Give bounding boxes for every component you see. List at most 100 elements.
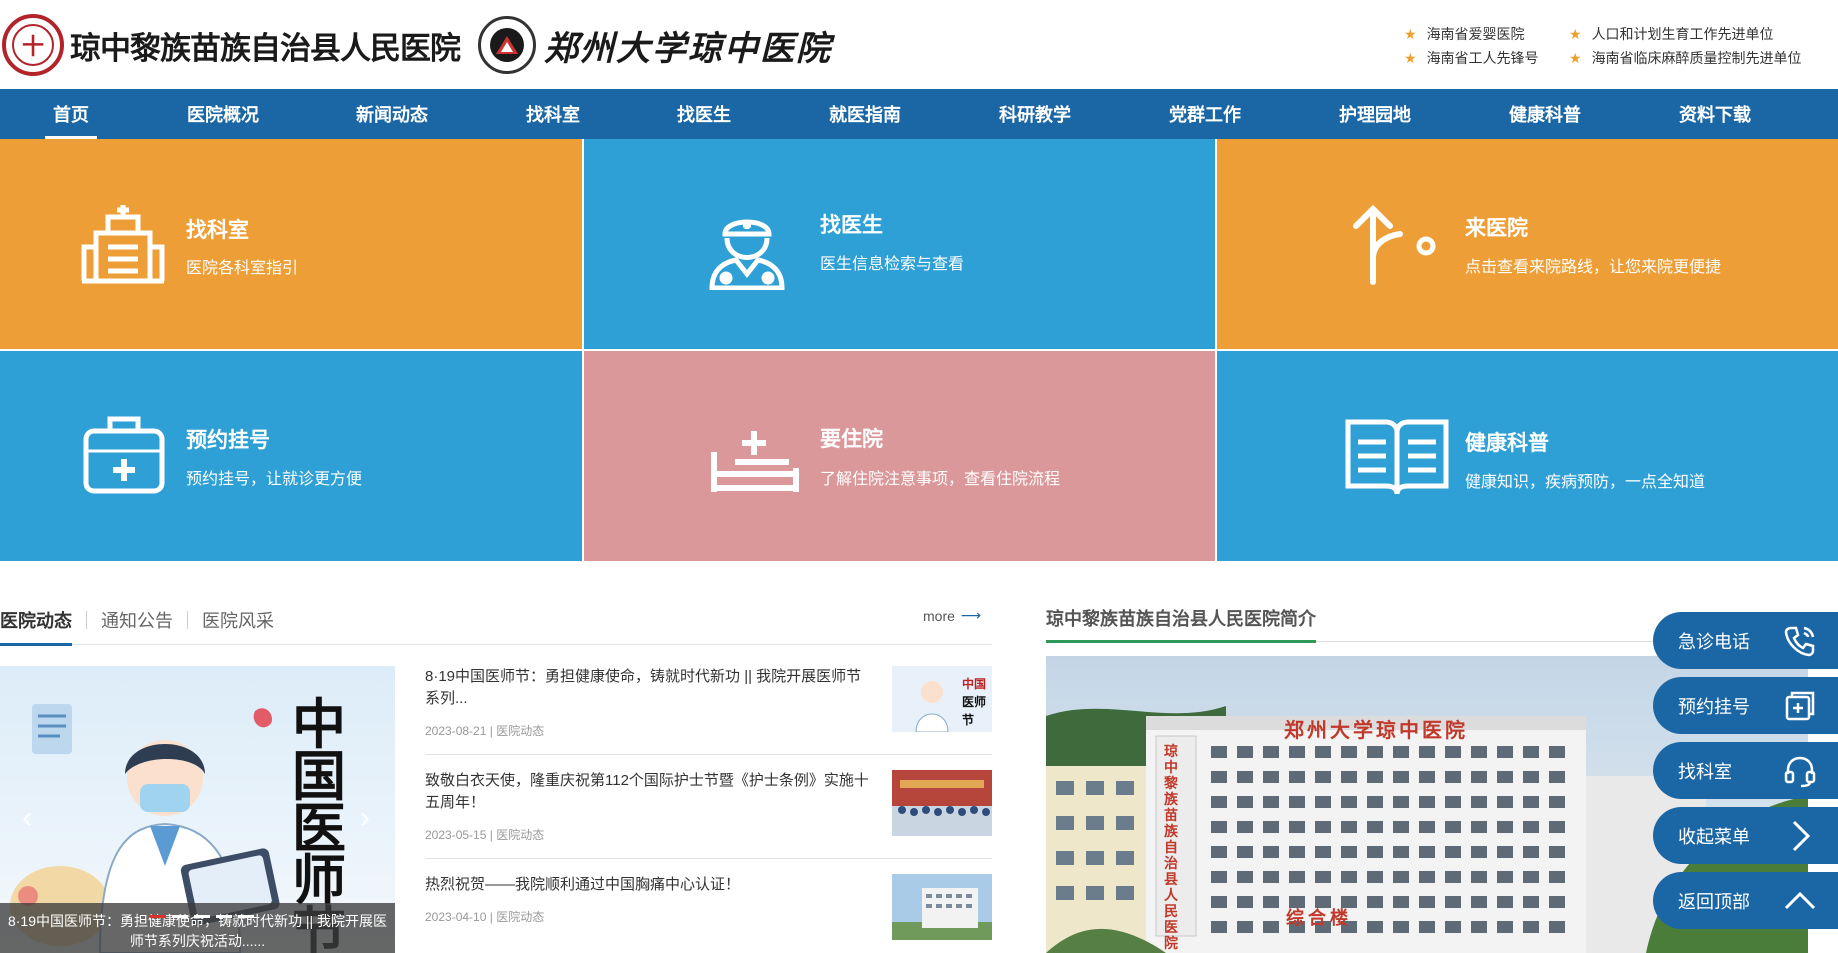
hospital-name: 琼中黎族苗族自治县人民医院 — [70, 30, 461, 67]
tile-desc: 医生信息检索与查看 — [820, 256, 965, 273]
headset-icon — [1784, 756, 1816, 788]
intro-title: 琼中黎族苗族自治县人民医院简介 — [1046, 609, 1316, 629]
tile-find-doctor[interactable]: 找医生 医生信息检索与查看 — [584, 139, 1215, 349]
nav-item-home[interactable]: 首页 — [45, 89, 97, 139]
honor-item: ★ 海南省爱婴医院 — [1404, 25, 1525, 43]
tile-title: 找医生 — [820, 214, 883, 237]
carousel-prev-button[interactable]: ‹ — [12, 800, 42, 836]
site-logo[interactable]: 十 琼中黎族苗族自治县人民医院 郑州大学琼中医院 — [0, 11, 832, 79]
carousel-dot[interactable] — [194, 915, 210, 918]
tile-find-department[interactable]: 找科室 医院各科室指引 — [0, 139, 582, 349]
nav-item-news[interactable]: 新闻动态 — [356, 89, 428, 139]
nav-item-about[interactable]: 医院概况 — [187, 89, 259, 139]
honor-item: ★ 海南省工人先锋号 — [1404, 49, 1539, 67]
back-to-top-button[interactable]: 返回顶部 — [1653, 872, 1838, 929]
float-appointment-button[interactable]: 预约挂号 — [1653, 677, 1838, 734]
tab-divider — [86, 611, 87, 629]
university-name: 郑州大学琼中医院 — [544, 28, 832, 69]
honor-item: ★ 人口和计划生育工作先进单位 — [1569, 25, 1774, 43]
star-icon: ★ — [1404, 49, 1417, 66]
carousel-dot[interactable] — [238, 915, 254, 918]
tile-desc: 健康知识，疾病预防，一点全知道 — [1465, 474, 1706, 491]
list-item[interactable]: 8·19中国医师节：勇担健康使命，铸就时代新功 || 我院开展医师节系列... … — [425, 666, 992, 754]
doctor-icon — [709, 219, 785, 290]
carousel-dot[interactable] — [172, 915, 188, 918]
news-thumbnail[interactable] — [892, 770, 992, 836]
nav-item-guide[interactable]: 就医指南 — [829, 89, 901, 139]
tile-desc: 医院各科室指引 — [186, 260, 299, 277]
news-tabs: 医院动态 通知公告 医院风采 — [0, 605, 274, 635]
vertical-sign: 琼中黎族苗族自治县人民医院 — [1164, 744, 1178, 952]
intro-underline — [1046, 640, 1316, 643]
site-header: 十 琼中黎族苗族自治县人民医院 郑州大学琼中医院 ★ 海南省爱婴医院 ★ 人口和计划… — [0, 0, 1838, 89]
main-nav: 首页 医院概况 新闻动态 找科室 找医生 就医指南 科研教学 党群工作 护理园地… — [0, 89, 1838, 139]
medical-kit-icon — [83, 416, 165, 494]
divider — [425, 754, 992, 755]
nav-item-research[interactable]: 科研教学 — [999, 89, 1071, 139]
roof-sign: 郑州大学琼中医院 — [1284, 718, 1468, 742]
phone-icon — [1784, 626, 1815, 657]
university-seal-icon — [478, 16, 536, 74]
star-icon: ★ — [1569, 49, 1582, 66]
tile-title: 预约挂号 — [186, 429, 270, 452]
news-title[interactable]: 致敬白衣天使，隆重庆祝第112个国际护士节暨《护士条例》实施十五周年！ — [425, 770, 870, 814]
tile-desc: 了解住院注意事项，查看住院流程 — [820, 471, 1061, 488]
news-title[interactable]: 8·19中国医师节：勇担健康使命，铸就时代新功 || 我院开展医师节系列... — [425, 666, 870, 710]
register-icon — [1785, 691, 1815, 721]
svg-text:中国: 中国 — [962, 676, 986, 691]
honors-list: ★ 海南省爱婴医院 ★ 人口和计划生育工作先进单位 ★ 海南省工人先锋号 ★ 海南省临床… — [1404, 24, 1824, 68]
route-icon — [1353, 204, 1436, 285]
carousel-dots — [150, 915, 254, 918]
divider — [0, 644, 992, 645]
news-meta: 2023-08-21 | 医院动态 — [425, 724, 545, 738]
news-thumbnail[interactable]: 中国 医师节 — [892, 666, 992, 732]
tile-hospitalization[interactable]: 要住院 了解住院注意事项，查看住院流程 — [584, 351, 1215, 561]
emergency-phone-button[interactable]: 急诊电话 — [1653, 612, 1838, 669]
chevron-right-icon — [1792, 820, 1811, 852]
tab-divider — [187, 611, 188, 629]
carousel-dot[interactable] — [150, 915, 166, 918]
tile-desc: 点击查看来院路线，让您来院更便捷 — [1465, 259, 1722, 276]
building-icon — [81, 205, 165, 284]
honor-item: ★ 海南省临床麻醉质量控制先进单位 — [1569, 49, 1802, 67]
carousel-dot[interactable] — [216, 915, 232, 918]
tab-notices[interactable]: 通知公告 — [101, 607, 173, 633]
collapse-menu-button[interactable]: 收起菜单 — [1653, 807, 1838, 864]
chevron-up-icon — [1784, 891, 1816, 910]
tile-visit-hospital[interactable]: 来医院 点击查看来院路线，让您来院更便捷 — [1217, 139, 1838, 349]
carousel-next-button[interactable]: › — [350, 800, 380, 836]
nav-item-downloads[interactable]: 资料下载 — [1679, 89, 1751, 139]
tile-title: 找科室 — [186, 219, 249, 242]
svg-text:节: 节 — [962, 712, 974, 727]
tile-title: 来医院 — [1465, 217, 1528, 240]
arrow-right-icon: ⟶ — [960, 607, 981, 623]
hospital-seal-icon: 十 — [2, 14, 64, 76]
news-carousel[interactable]: 中国医师节 8·19中国医师节：勇担健康使命，铸就时代新功 || 我院开展医师节… — [0, 666, 395, 953]
list-item[interactable]: 热烈祝贺——我院顺利通过中国胸痛中心认证！ 2023-04-10 | 医院动态 — [425, 874, 992, 953]
news-meta: 2023-04-10 | 医院动态 — [425, 910, 545, 924]
more-link[interactable]: more ⟶ — [923, 607, 981, 624]
tile-desc: 预约挂号，让就诊更方便 — [186, 471, 363, 488]
tile-title: 要住院 — [820, 428, 883, 451]
nav-item-health[interactable]: 健康科普 — [1509, 89, 1581, 139]
svg-text:医师: 医师 — [962, 694, 986, 709]
news-meta: 2023-05-15 | 医院动态 — [425, 828, 545, 842]
carousel-caption: 8·19中国医师节：勇担健康使命，铸就时代新功 || 我院开展医师节系列庆祝活动… — [0, 903, 395, 953]
news-title[interactable]: 热烈祝贺——我院顺利通过中国胸痛中心认证！ — [425, 874, 870, 896]
star-icon: ★ — [1569, 25, 1582, 42]
float-department-button[interactable]: 找科室 — [1653, 742, 1838, 799]
nav-item-doctors[interactable]: 找医生 — [677, 89, 731, 139]
star-icon: ★ — [1404, 25, 1417, 42]
nav-item-party[interactable]: 党群工作 — [1169, 89, 1241, 139]
divider — [425, 858, 992, 859]
nav-item-departments[interactable]: 找科室 — [526, 89, 580, 139]
tab-hospital-news[interactable]: 医院动态 — [0, 607, 72, 633]
tile-health-science[interactable]: 健康科普 健康知识，疾病预防，一点全知道 — [1217, 351, 1838, 561]
tab-underline — [0, 643, 72, 646]
tab-gallery[interactable]: 医院风采 — [202, 607, 274, 633]
news-thumbnail[interactable] — [892, 874, 992, 940]
nav-item-nursing[interactable]: 护理园地 — [1339, 89, 1411, 139]
open-book-icon — [1345, 419, 1449, 495]
tile-appointment[interactable]: 预约挂号 预约挂号，让就诊更方便 — [0, 351, 582, 561]
list-item[interactable]: 致敬白衣天使，隆重庆祝第112个国际护士节暨《护士条例》实施十五周年！ 2023… — [425, 770, 992, 858]
